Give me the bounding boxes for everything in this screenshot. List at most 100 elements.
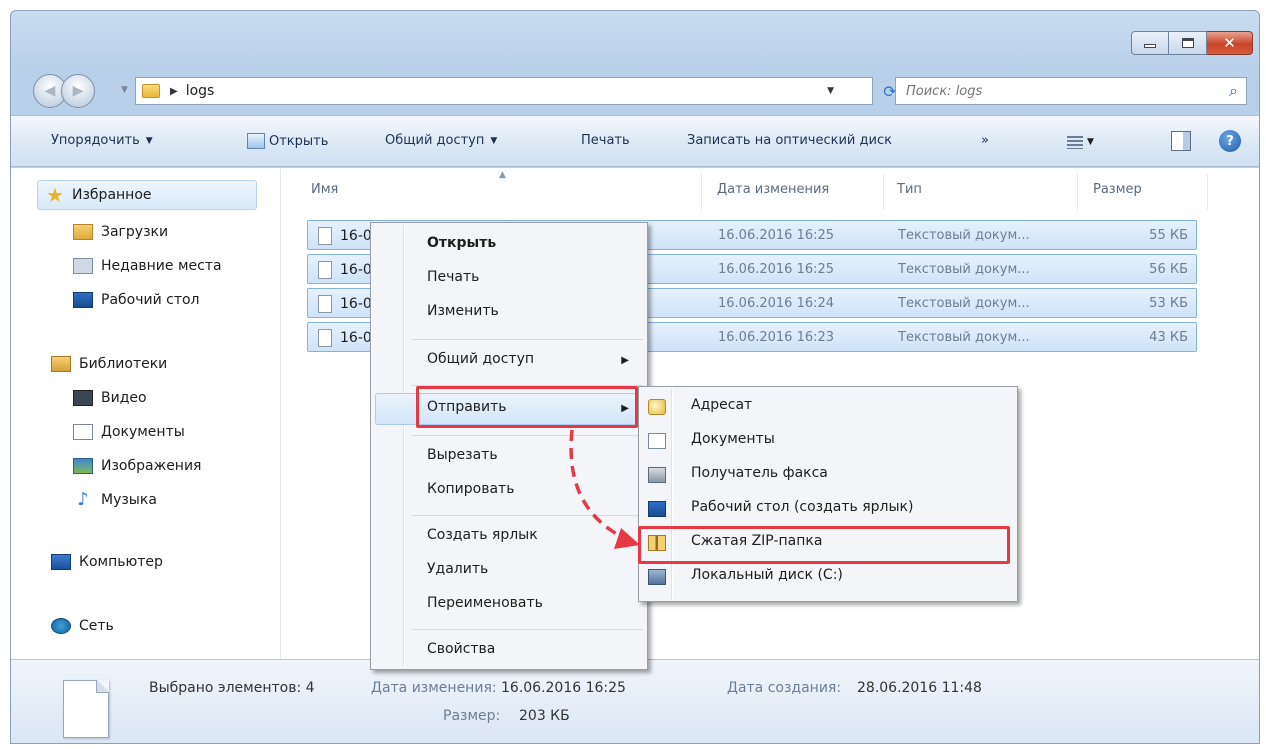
address-row: ◀ ▶ ▼ ▶ logs ▼ ⟳ ⌕ xyxy=(11,69,1259,113)
text-file-icon xyxy=(318,295,332,313)
context-menu: Открыть Печать Изменить Общий доступ ▶ О… xyxy=(370,222,648,670)
nav-label: Музыка xyxy=(101,492,157,508)
created-label: Дата создания: xyxy=(727,680,842,696)
submenu-item-documents[interactable]: Документы xyxy=(691,431,775,447)
nav-item-music[interactable]: ♪ Музыка xyxy=(73,491,157,509)
created-value: 28.06.2016 11:48 xyxy=(857,680,982,696)
organize-button[interactable]: Упорядочить ▼ xyxy=(51,133,153,148)
organize-label: Упорядочить xyxy=(51,133,140,148)
nav-item-video[interactable]: Видео xyxy=(73,390,147,406)
breadcrumb-logs[interactable]: logs xyxy=(186,83,215,99)
search-box[interactable]: ⌕ xyxy=(895,77,1247,105)
nav-item-computer[interactable]: Компьютер xyxy=(51,554,163,570)
print-button[interactable]: Печать xyxy=(581,133,630,148)
nav-item-documents[interactable]: Документы xyxy=(73,424,185,440)
open-button[interactable]: Открыть xyxy=(247,133,328,149)
menu-item-open[interactable]: Открыть xyxy=(427,235,496,251)
file-date: 16.06.2016 16:25 xyxy=(718,228,835,243)
nav-item-network[interactable]: Сеть xyxy=(51,618,114,634)
nav-item-libraries[interactable]: Библиотеки xyxy=(51,356,167,372)
file-date: 16.06.2016 16:24 xyxy=(718,296,835,311)
desktop-icon xyxy=(73,292,93,308)
more-label: » xyxy=(981,133,989,148)
menu-item-cut[interactable]: Вырезать xyxy=(427,447,498,463)
nav-item-favorites[interactable]: ★ Избранное xyxy=(37,180,257,210)
history-dropdown[interactable]: ▼ xyxy=(121,85,128,95)
text-file-icon xyxy=(318,227,332,245)
column-header-size[interactable]: Размер xyxy=(1093,182,1142,197)
help-icon[interactable]: ? xyxy=(1219,130,1241,152)
address-bar[interactable]: ▶ logs ▼ xyxy=(135,77,873,105)
nav-label: Недавние места xyxy=(101,258,222,274)
column-header-type[interactable]: Тип xyxy=(897,182,922,197)
search-input[interactable] xyxy=(906,83,1206,99)
submenu-arrow-icon: ▶ xyxy=(621,355,629,366)
annotation-highlight-zip xyxy=(638,526,1010,564)
maximize-button[interactable] xyxy=(1169,31,1207,55)
preview-pane-icon[interactable] xyxy=(1171,131,1191,151)
column-divider[interactable] xyxy=(701,174,702,210)
nav-label: Избранное xyxy=(72,187,152,203)
nav-item-downloads[interactable]: Загрузки xyxy=(73,224,168,240)
burn-button[interactable]: Записать на оптический диск xyxy=(687,133,892,148)
downloads-icon xyxy=(73,224,93,240)
nav-item-images[interactable]: Изображения xyxy=(73,458,201,474)
forward-button[interactable]: ▶ xyxy=(61,74,95,108)
size-value: 203 КБ xyxy=(519,708,570,724)
menu-item-rename[interactable]: Переименовать xyxy=(427,595,543,611)
view-button[interactable]: ▼ xyxy=(1067,132,1107,152)
share-button[interactable]: Общий доступ ▼ xyxy=(385,133,497,148)
folder-icon xyxy=(142,84,160,98)
local-disk-icon xyxy=(648,569,666,585)
documents-icon xyxy=(73,424,93,440)
column-header-name[interactable]: Имя xyxy=(311,182,338,197)
file-size: 43 КБ xyxy=(1149,330,1188,345)
nav-label: Компьютер xyxy=(79,554,163,570)
column-divider[interactable] xyxy=(1207,174,1208,210)
column-divider[interactable] xyxy=(883,174,884,210)
computer-icon xyxy=(51,554,71,570)
text-file-icon xyxy=(318,261,332,279)
submenu-item-mail[interactable]: Адресат xyxy=(691,397,752,413)
nav-item-desktop[interactable]: Рабочий стол xyxy=(73,292,200,308)
search-icon[interactable]: ⌕ xyxy=(1229,81,1238,101)
forward-icon: ▶ xyxy=(72,83,84,99)
menu-separator xyxy=(411,435,643,436)
nav-item-recent[interactable]: Недавние места xyxy=(73,258,222,274)
network-icon xyxy=(51,618,71,634)
share-label: Общий доступ xyxy=(385,133,485,148)
menu-item-create-shortcut[interactable]: Создать ярлык xyxy=(427,527,538,543)
address-dropdown-icon[interactable]: ▼ xyxy=(827,86,834,96)
minimize-button[interactable] xyxy=(1131,31,1169,55)
nav-label: Сеть xyxy=(79,618,114,634)
menu-item-edit[interactable]: Изменить xyxy=(427,303,499,319)
file-size: 53 КБ xyxy=(1149,296,1188,311)
column-header-date[interactable]: Дата изменения xyxy=(717,182,829,197)
menu-item-print[interactable]: Печать xyxy=(427,269,479,285)
breadcrumb-arrow-icon[interactable]: ▶ xyxy=(170,86,178,97)
desktop-icon xyxy=(648,501,666,517)
libraries-icon xyxy=(51,356,71,372)
more-commands-button[interactable]: » xyxy=(981,133,989,148)
menu-item-copy[interactable]: Копировать xyxy=(427,481,514,497)
file-type: Текстовый докум... xyxy=(898,330,1030,345)
text-file-icon xyxy=(318,329,332,347)
column-divider[interactable] xyxy=(1077,174,1078,210)
submenu-item-desktop[interactable]: Рабочий стол (создать ярлык) xyxy=(691,499,913,515)
images-icon xyxy=(73,458,93,474)
video-icon xyxy=(73,390,93,406)
minimize-icon xyxy=(1144,44,1156,48)
menu-item-properties[interactable]: Свойства xyxy=(427,641,495,657)
burn-label: Записать на оптический диск xyxy=(687,133,892,148)
close-button[interactable]: ✕ xyxy=(1207,31,1253,55)
modified-value: 16.06.2016 16:25 xyxy=(501,680,626,696)
chevron-down-icon: ▼ xyxy=(490,135,498,146)
menu-item-share[interactable]: Общий доступ xyxy=(427,351,534,367)
open-icon xyxy=(247,133,265,149)
menu-item-delete[interactable]: Удалить xyxy=(427,561,488,577)
submenu-item-fax[interactable]: Получатель факса xyxy=(691,465,828,481)
submenu-item-local-disk[interactable]: Локальный диск (C:) xyxy=(691,567,843,583)
star-icon: ★ xyxy=(46,183,64,207)
file-type: Текстовый докум... xyxy=(898,228,1030,243)
size-label: Размер: xyxy=(443,708,501,724)
